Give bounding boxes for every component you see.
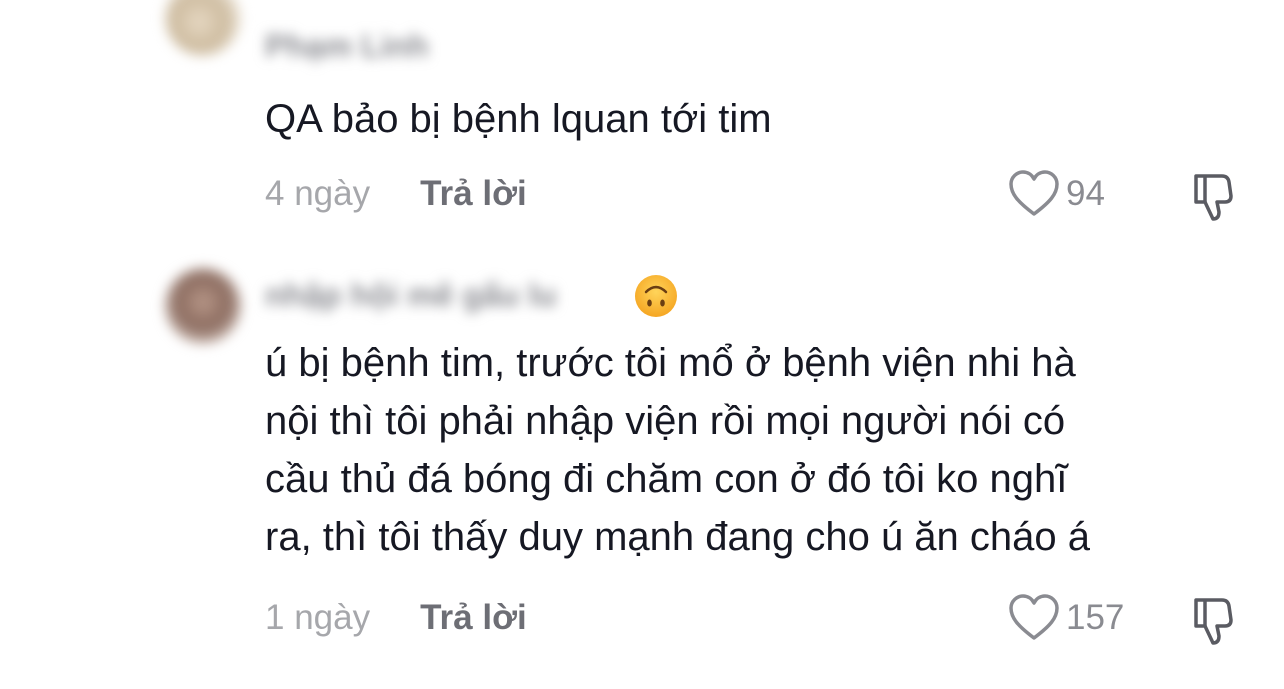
heart-icon (1009, 594, 1059, 640)
reply-button[interactable]: Trả lời (420, 174, 527, 214)
dislike-icon[interactable] (1190, 170, 1238, 222)
like-count: 94 (1066, 174, 1105, 213)
avatar[interactable] (165, 268, 241, 344)
like-count: 157 (1066, 598, 1125, 637)
username[interactable]: nhập hội mê gấu lu (265, 277, 557, 314)
comment-meta: 4 ngày Trả lời (265, 174, 527, 214)
like-button[interactable]: 94 (1008, 170, 1105, 218)
comment-time: 1 ngày (265, 598, 371, 637)
comment-text: QA bảo bị bệnh lquan tới tim (265, 97, 772, 141)
dislike-icon[interactable] (1190, 594, 1238, 646)
upside-down-face-icon (635, 275, 677, 317)
comment-text: ú bị bệnh tim, trước tôi mổ ở bệnh viện … (265, 341, 1090, 559)
heart-icon (1009, 170, 1059, 216)
reply-button[interactable]: Trả lời (420, 598, 527, 638)
avatar[interactable] (165, 0, 241, 56)
like-button[interactable]: 157 (1008, 594, 1124, 642)
comment-meta: 1 ngày Trả lời (265, 598, 527, 638)
username[interactable]: Phạm Linh (265, 28, 429, 65)
comment-time: 4 ngày (265, 174, 371, 213)
